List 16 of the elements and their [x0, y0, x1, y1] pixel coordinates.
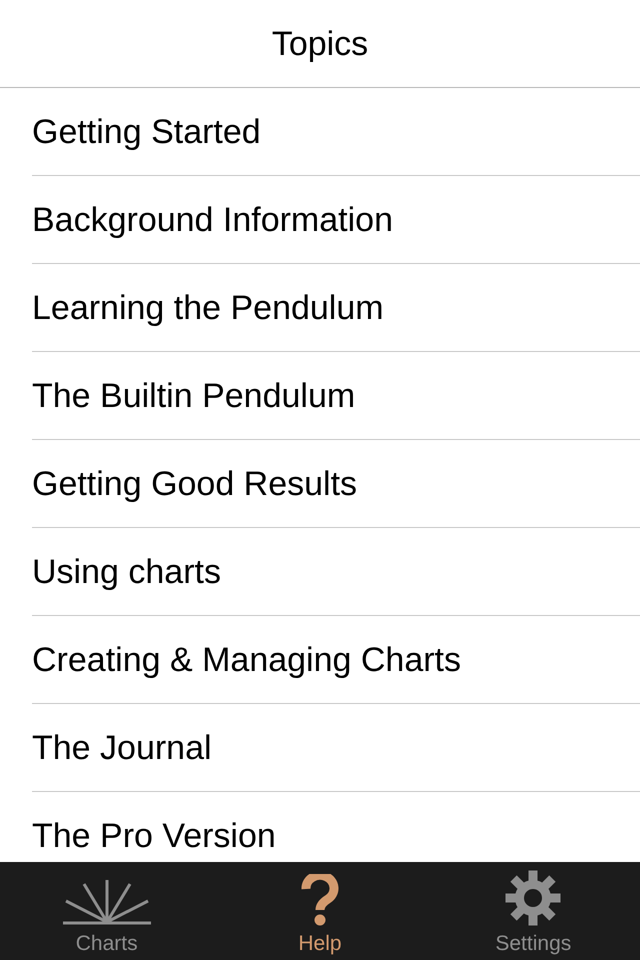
topic-item[interactable]: Learning the Pendulum	[32, 288, 384, 328]
screen-title: Topics	[272, 26, 368, 60]
topic-item[interactable]: Using charts	[32, 552, 221, 592]
topic-item[interactable]: Creating & Managing Charts	[32, 640, 462, 680]
topic-item[interactable]: The Pro Version	[32, 816, 276, 856]
question-mark-icon	[298, 874, 341, 926]
tab-item[interactable]: Settings	[426, 862, 640, 960]
topic-item[interactable]: The Journal	[32, 728, 212, 768]
settings-icon	[505, 870, 562, 926]
fan-chart-icon	[60, 879, 153, 926]
topic-item[interactable]: The Builtin Pendulum	[32, 376, 356, 416]
tab-item[interactable]: Charts	[0, 862, 214, 960]
tab-item[interactable]: Help	[213, 862, 427, 960]
topic-item[interactable]: Getting Good Results	[32, 464, 358, 504]
topic-item[interactable]: Background Information	[32, 200, 393, 240]
topic-item[interactable]: Getting Started	[32, 112, 261, 152]
